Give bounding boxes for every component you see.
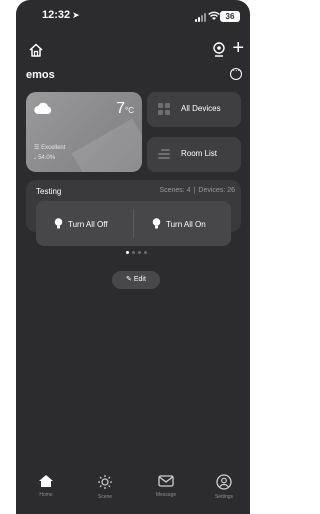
temperature-unit: °C — [125, 106, 134, 115]
air-quality-text: Excellent — [41, 145, 66, 151]
camera-icon[interactable] — [212, 42, 226, 58]
all-devices-tile[interactable]: All Devices — [147, 92, 241, 127]
home-filled-icon — [39, 475, 53, 487]
humidity-text: 54.0% — [38, 155, 56, 161]
scenes-count: Scenes: 4 — [159, 187, 191, 194]
status-time: 12:32 ➤ — [42, 9, 80, 21]
humidity-icon: 💧︎ — [34, 155, 37, 161]
bulb-icon — [54, 218, 63, 229]
page-dot — [126, 251, 129, 254]
tab-scene[interactable]: Scene — [85, 474, 125, 500]
all-devices-label: All Devices — [181, 104, 221, 113]
weather-card[interactable]: 7°C ☰ Excellent 💧︎ 54.0% — [26, 92, 142, 172]
clock-text: 12:32 — [42, 9, 71, 21]
page-dot — [132, 251, 135, 254]
room-name: Testing — [36, 187, 62, 196]
list-icon — [158, 149, 170, 159]
app-screen: 12:32➤ 36 + emos 7°C — [16, 0, 250, 514]
air-quality-row: ☰ Excellent — [34, 144, 65, 151]
home-switch-icon[interactable] — [28, 42, 44, 58]
room-actions: Turn All Off Turn All On — [36, 201, 231, 246]
profile-icon — [216, 474, 232, 490]
top-toolbar: + — [16, 38, 250, 60]
sun-icon — [98, 475, 112, 489]
page-dot — [144, 251, 147, 254]
page-dot — [138, 251, 141, 254]
edit-label: Edit — [133, 276, 146, 283]
stats-separator: | — [193, 187, 196, 194]
edit-button[interactable]: ✎ Edit — [112, 271, 160, 289]
tab-home[interactable]: Home — [26, 474, 66, 498]
tab-settings[interactable]: Settings — [204, 474, 244, 500]
bulb-icon — [152, 218, 161, 229]
tab-settings-label: Settings — [214, 494, 234, 500]
temperature-number: 7 — [116, 100, 126, 117]
pencil-icon: ✎ — [126, 276, 132, 283]
tab-scene-label: Scene — [97, 494, 113, 500]
location-arrow-icon: ➤ — [72, 10, 80, 20]
turn-all-on-button[interactable]: Turn All On — [134, 201, 231, 246]
room-list-tile[interactable]: Room List — [147, 137, 241, 172]
cloud-icon — [34, 102, 52, 114]
battery-icon: 36 — [220, 11, 240, 22]
room-stats: Scenes: 4 | Devices: 26 — [159, 187, 235, 194]
air-quality-icon: ☰ — [34, 145, 40, 151]
more-options-icon[interactable] — [230, 65, 242, 80]
tab-message[interactable]: Message — [146, 474, 186, 498]
room-list-label: Room List — [181, 149, 218, 158]
tab-message-label: Message — [155, 492, 177, 498]
turn-all-off-button[interactable]: Turn All Off — [36, 201, 133, 246]
wifi-icon — [208, 11, 220, 20]
cell-signal-icon — [195, 13, 206, 22]
temperature-value: 7°C — [116, 100, 134, 118]
status-bar: 12:32 ➤ 36 — [16, 9, 250, 27]
tab-home-label: Home — [39, 492, 53, 498]
humidity-row: 💧︎ 54.0% — [34, 155, 55, 162]
page-indicator[interactable] — [126, 251, 147, 254]
devices-icon — [158, 103, 170, 115]
turn-all-on-label: Turn All On — [166, 220, 206, 229]
turn-all-off-label: Turn All Off — [68, 220, 108, 229]
add-icon[interactable]: + — [232, 38, 244, 58]
home-name-title[interactable]: emos — [26, 69, 55, 81]
devices-count: Devices: 26 — [198, 187, 235, 194]
envelope-icon — [158, 475, 174, 487]
